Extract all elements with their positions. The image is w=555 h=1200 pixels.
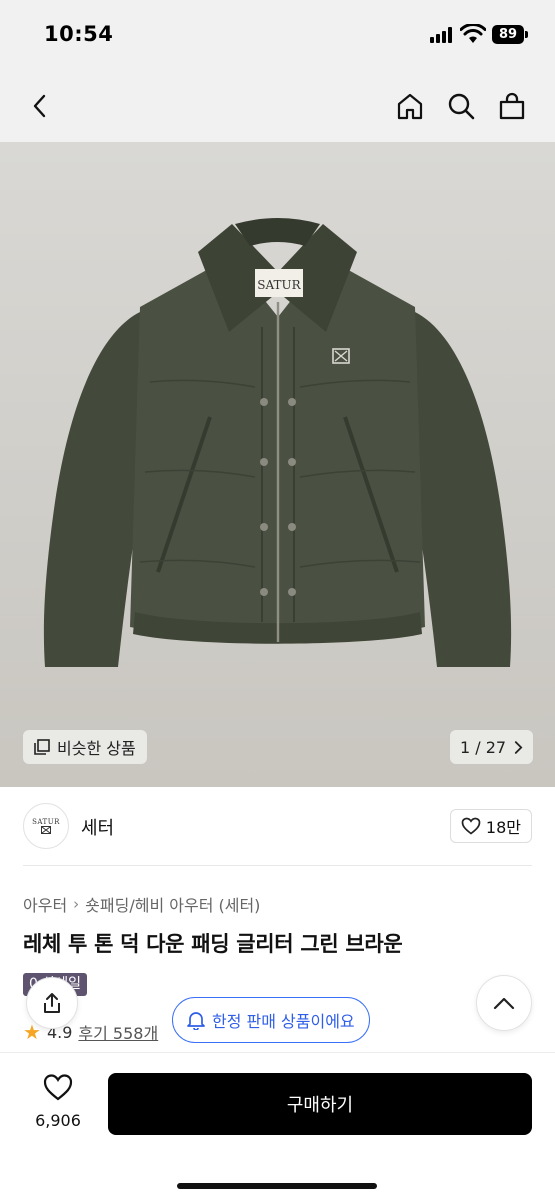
breadcrumb-item-outer[interactable]: 아우터 (23, 892, 67, 916)
shopping-bag-icon (499, 92, 525, 120)
search-icon (448, 93, 475, 120)
image-counter[interactable]: 1 / 27 (450, 730, 534, 764)
cart-button[interactable] (490, 84, 534, 128)
reviews-link[interactable]: 후기 558개 (78, 1020, 158, 1044)
buy-button[interactable]: 구매하기 (108, 1073, 532, 1135)
product-image[interactable]: SATUR 비슷한 상품 1 / 27 (0, 142, 555, 787)
chevron-right-icon (515, 740, 523, 754)
brand-emblem-icon (41, 826, 51, 834)
stack-icon (34, 739, 50, 755)
similar-products-label: 비슷한 상품 (57, 739, 136, 758)
brand-logo-text: SATUR (32, 818, 60, 826)
jacket-label-text: SATUR (257, 278, 301, 292)
share-button[interactable] (26, 977, 78, 1029)
share-icon (44, 993, 60, 1013)
bell-icon (187, 1012, 205, 1030)
chevron-left-icon (33, 94, 46, 118)
battery-cap (525, 31, 528, 38)
brand-name[interactable]: 세터 (81, 814, 114, 840)
signal-icon (430, 27, 456, 43)
home-indicator (177, 1183, 377, 1189)
brand-logo[interactable]: SATUR (23, 803, 69, 849)
limited-sale-banner[interactable]: 한정 판매 상품이에요 (172, 997, 370, 1043)
status-bar: 10:54 89 (0, 0, 555, 72)
wifi-icon (459, 23, 487, 44)
breadcrumb-item-short-padding[interactable]: 숏패딩/헤비 아우터 (세터) (85, 892, 260, 916)
image-counter-text: 1 / 27 (460, 737, 507, 757)
jacket-image: SATUR (43, 218, 512, 667)
similar-products-button[interactable]: 비슷한 상품 (23, 730, 147, 764)
nav-bar (0, 72, 555, 142)
brand-like-count: 18만 (485, 818, 521, 837)
heart-icon (43, 1074, 73, 1101)
battery-indicator: 89 (492, 25, 524, 44)
scroll-to-top-button[interactable] (476, 975, 532, 1031)
heart-outline-icon (461, 817, 481, 835)
brand-like-button[interactable]: 18만 (449, 809, 532, 843)
breadcrumb-separator-icon: › (73, 895, 80, 913)
bottom-action-bar: 6,906 구매하기 (0, 1052, 555, 1200)
divider (23, 865, 532, 866)
wishlist-count: 6,906 (35, 1111, 81, 1130)
home-icon (397, 93, 423, 120)
brand-row: SATUR 세터 18만 (23, 800, 532, 854)
chevron-up-icon (493, 997, 515, 1010)
wishlist-button[interactable]: 6,906 (30, 1073, 86, 1130)
limited-sale-label: 한정 판매 상품이에요 (212, 1012, 355, 1031)
product-title: 레체 투 톤 덕 다운 패딩 글리터 그린 브라운 (23, 932, 403, 956)
breadcrumb: 아우터 › 숏패딩/헤비 아우터 (세터) (23, 892, 260, 916)
search-button[interactable] (439, 84, 483, 128)
home-button[interactable] (388, 84, 432, 128)
back-button[interactable] (18, 84, 62, 128)
status-time: 10:54 (44, 22, 114, 46)
